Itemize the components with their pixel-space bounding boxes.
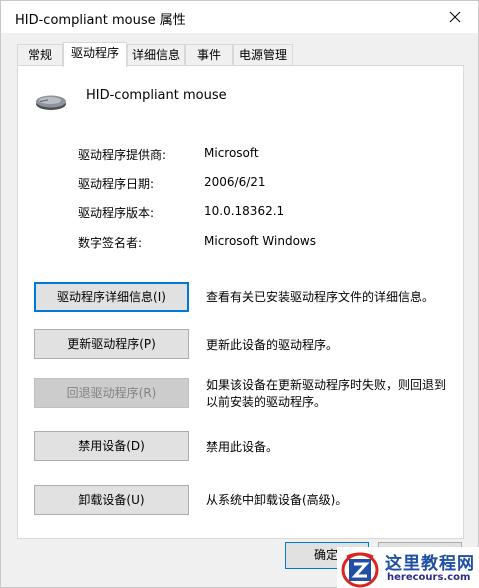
watermark-url: herecours.com	[387, 572, 471, 583]
device-name: HID-compliant mouse	[86, 88, 227, 103]
watermark-title: 这里教程网	[385, 554, 475, 574]
roll-back-driver-description: 如果该设备在更新驱动程序时失败，则回退到以前安装的驱动程序。	[206, 378, 447, 409]
watermark-logo-icon	[341, 552, 379, 588]
close-icon	[449, 11, 461, 23]
update-driver-description: 更新此设备的驱动程序。	[206, 338, 339, 352]
driver-version-label: 驱动程序版本:	[78, 206, 155, 220]
driver-version-value: 10.0.18362.1	[204, 204, 285, 218]
digital-signer-label: 数字签名者:	[78, 236, 143, 250]
driver-details-button[interactable]: 驱动程序详细信息(I)	[34, 282, 189, 312]
disable-device-button[interactable]: 禁用设备(D)	[34, 431, 189, 461]
tab-events[interactable]: 事件	[185, 44, 233, 66]
tab-power-management[interactable]: 电源管理	[233, 44, 293, 66]
window-title: HID-compliant mouse 属性	[15, 13, 186, 28]
uninstall-device-description: 从系统中卸载设备(高级)。	[206, 493, 348, 507]
tab-details[interactable]: 详细信息	[127, 44, 185, 66]
driver-date-label: 驱动程序日期:	[78, 177, 155, 191]
digital-signer-value: Microsoft Windows	[204, 234, 316, 248]
driver-provider-value: Microsoft	[204, 146, 259, 160]
disable-device-description: 禁用此设备。	[206, 440, 279, 454]
update-driver-button[interactable]: 更新驱动程序(P)	[34, 329, 189, 359]
driver-details-description: 查看有关已安装驱动程序文件的详细信息。	[206, 290, 435, 304]
watermark: 这里教程网 herecours.com	[337, 547, 479, 588]
driver-tab-panel: HID-compliant mouse 驱动程序提供商: Microsoft 驱…	[17, 65, 464, 539]
properties-dialog: HID-compliant mouse 属性 常规 驱动程序 详细信息 事件 电…	[0, 0, 479, 588]
roll-back-driver-button: 回退驱动程序(R)	[34, 378, 189, 408]
mouse-icon	[36, 95, 66, 110]
close-button[interactable]	[432, 1, 478, 33]
driver-provider-label: 驱动程序提供商:	[78, 148, 167, 162]
uninstall-device-button[interactable]: 卸载设备(U)	[34, 485, 189, 515]
tab-general[interactable]: 常规	[17, 44, 63, 66]
driver-date-value: 2006/6/21	[204, 175, 266, 189]
tab-driver[interactable]: 驱动程序	[63, 42, 127, 67]
title-bar: HID-compliant mouse 属性	[1, 1, 478, 33]
